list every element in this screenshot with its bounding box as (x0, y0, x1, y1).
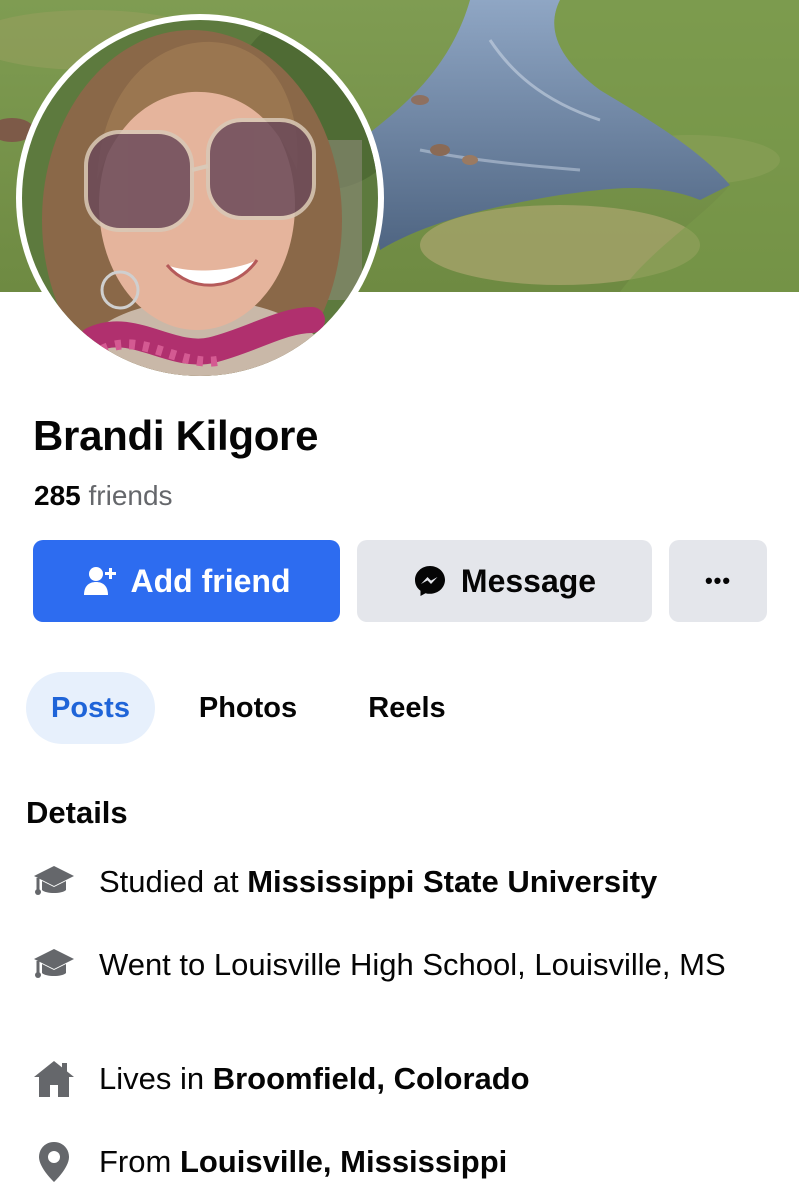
detail-education-highschool: Went to Louisville High School, Louisvil… (99, 945, 759, 985)
graduation-cap-icon (32, 860, 76, 904)
message-label: Message (460, 562, 597, 599)
friends-count-number: 285 (34, 480, 81, 511)
more-dots-icon: ••• (704, 568, 732, 593)
detail-education-college-prefix: Studied at (99, 864, 248, 899)
add-friend-label: Add friend (130, 562, 291, 599)
detail-current-city-prefix: Lives in (99, 1061, 213, 1096)
more-options-button[interactable]: ••• (669, 540, 767, 622)
message-button[interactable]: Message (357, 540, 652, 622)
detail-education-college-value[interactable]: Mississippi State University (247, 864, 657, 899)
tab-posts[interactable]: Posts (26, 672, 155, 744)
location-pin-icon (32, 1140, 76, 1184)
messenger-icon (413, 564, 447, 598)
profile-name: Brandi Kilgore (33, 412, 319, 459)
detail-education-college: Studied at Mississippi State University (99, 862, 759, 902)
detail-current-city: Lives in Broomfield, Colorado (99, 1059, 759, 1099)
add-friend-button[interactable]: Add friend (33, 540, 340, 622)
friends-count[interactable]: 285 friends (34, 480, 173, 512)
tab-reels[interactable]: Reels (345, 672, 469, 744)
detail-education-highschool-text: Went to Louisville High School, Louisvil… (99, 947, 726, 982)
add-person-icon (83, 564, 117, 598)
detail-hometown-value[interactable]: Louisville, Mississippi (180, 1144, 507, 1179)
details-heading: Details (26, 795, 128, 830)
detail-hometown-prefix: From (99, 1144, 180, 1179)
detail-hometown: From Louisville, Mississippi (99, 1142, 759, 1182)
detail-current-city-value[interactable]: Broomfield, Colorado (213, 1061, 530, 1096)
tab-photos[interactable]: Photos (178, 672, 318, 744)
friends-count-label: friends (88, 480, 173, 511)
profile-avatar[interactable] (16, 14, 384, 382)
home-icon (32, 1057, 76, 1101)
graduation-cap-icon (32, 943, 76, 987)
